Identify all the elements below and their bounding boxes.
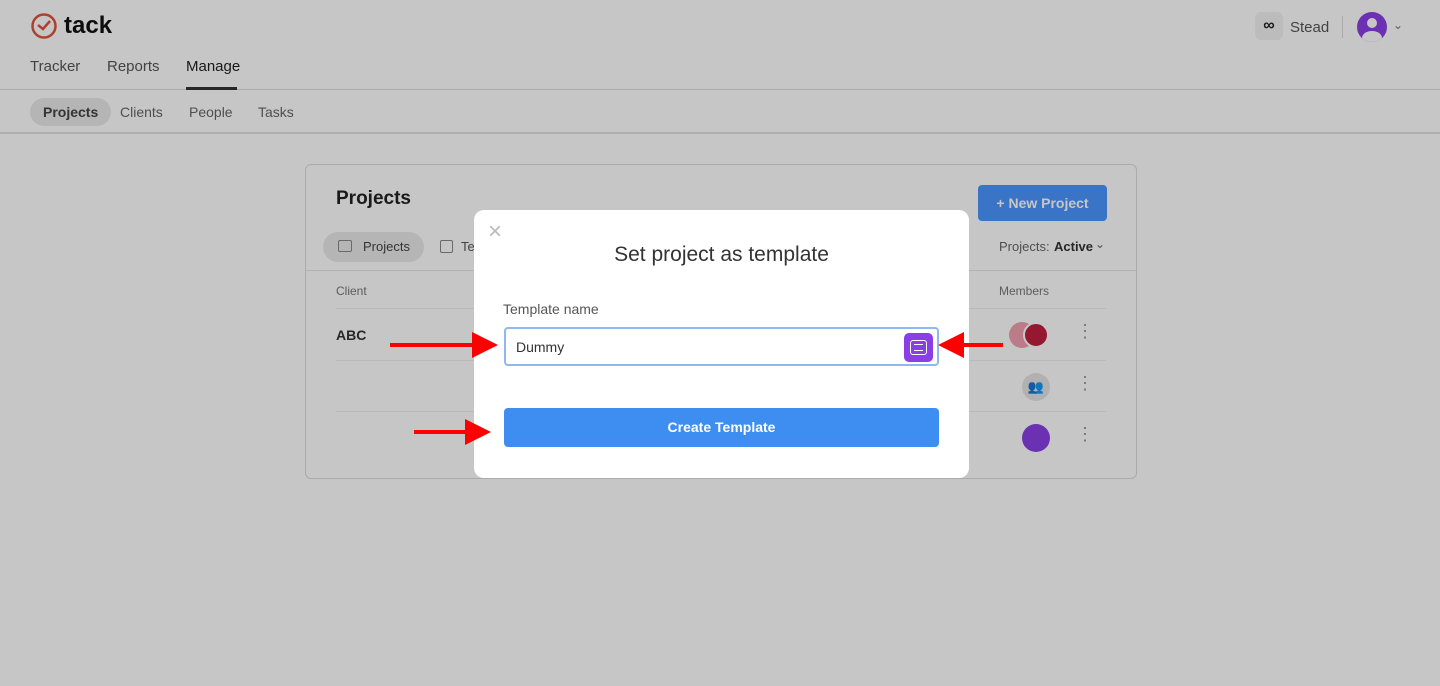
annotation-arrow (938, 332, 1003, 358)
close-icon[interactable]: × (488, 220, 502, 244)
create-template-button[interactable]: Create Template (504, 408, 939, 447)
annotation-arrow (414, 419, 491, 445)
template-name-value: Dummy (516, 339, 565, 355)
template-name-input[interactable]: Dummy (504, 327, 939, 366)
list-icon[interactable] (904, 333, 933, 362)
modal-title: Set project as template (614, 243, 829, 266)
annotation-arrow (390, 332, 498, 358)
template-name-label: Template name (503, 301, 599, 317)
set-template-modal: × Set project as template Template name … (474, 210, 969, 478)
